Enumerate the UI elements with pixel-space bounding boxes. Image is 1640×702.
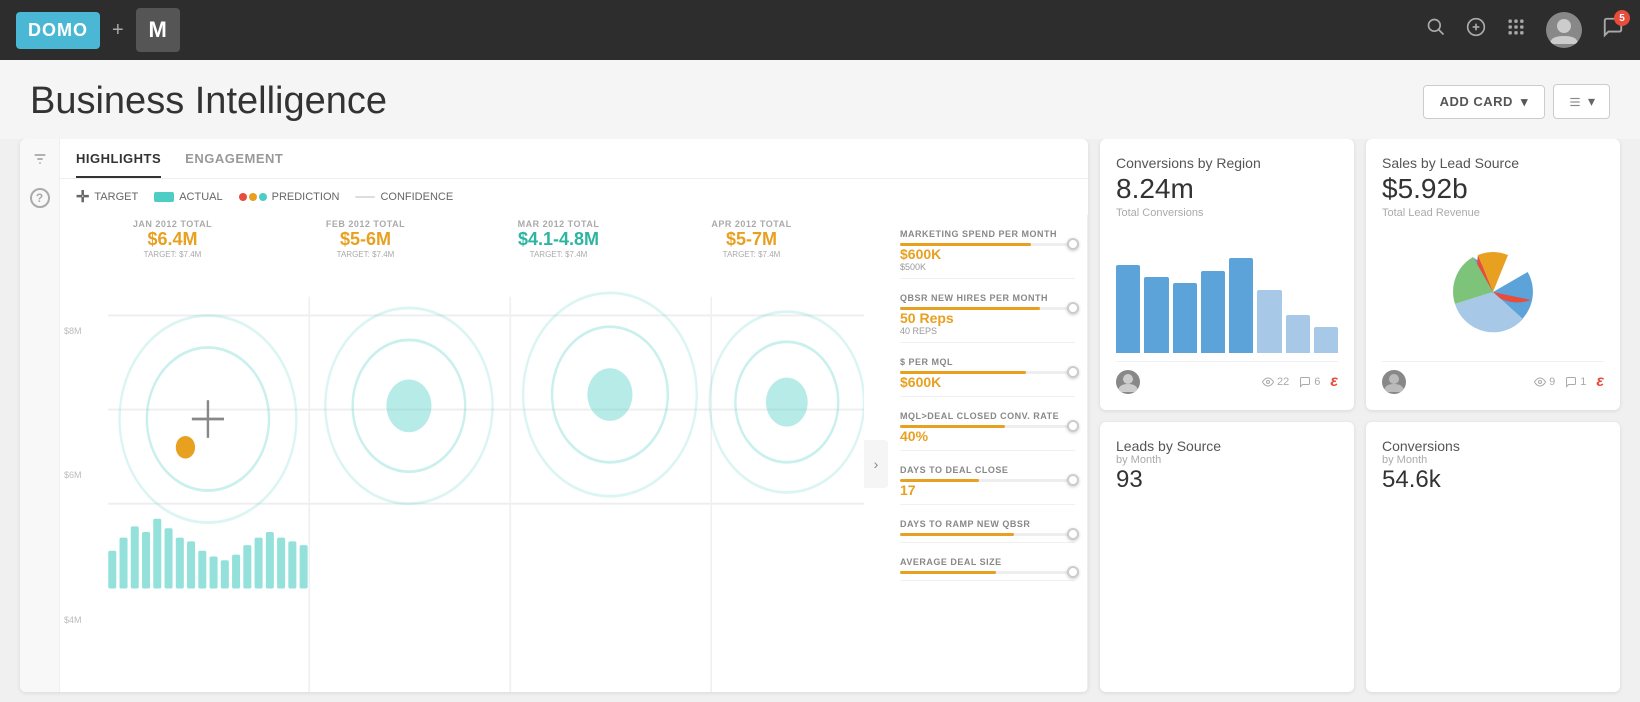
- main-content: Business Intelligence ADD CARD ▾ ▾: [0, 60, 1640, 702]
- add-card-button[interactable]: ADD CARD ▾: [1423, 85, 1545, 119]
- metric-marketing-spend: MARKETING SPEND PER MONTH $600K $500K: [900, 223, 1075, 279]
- bar-chart-conversions: [1116, 227, 1338, 357]
- topbar: DOMO + M: [0, 0, 1640, 60]
- avatar: [1116, 370, 1140, 394]
- add-card-chevron-icon: ▾: [1521, 94, 1528, 110]
- metric-qbsr-hires: QBSR NEW HIRES PER MONTH 50 Reps 40 REPS: [900, 287, 1075, 343]
- legend-prediction: PREDICTION: [239, 191, 340, 203]
- help-icon[interactable]: ?: [30, 188, 50, 208]
- page-header: Business Intelligence ADD CARD ▾ ▾: [0, 60, 1640, 139]
- metric-avg-deal: AVERAGE DEAL SIZE: [900, 551, 1075, 581]
- add-icon[interactable]: [1466, 17, 1486, 43]
- avatar-sales: [1382, 370, 1406, 394]
- card-leads-by-source: Leads by Source by Month 93: [1100, 422, 1354, 693]
- pie-chart-sales: [1382, 227, 1604, 357]
- plus-icon[interactable]: +: [112, 19, 124, 42]
- domo-logo-footer-sales: ε: [1596, 373, 1604, 391]
- metric-days-deal: DAYS TO DEAL CLOSE 17: [900, 459, 1075, 505]
- period-apr: APR 2012 TOTAL $5-7M TARGET: $7.4M: [655, 219, 848, 259]
- dashboard: ? HIGHLIGHTS ENGAGEMENT ✛ TARGET: [0, 139, 1640, 702]
- chart-visual-area: JAN 2012 TOTAL $6.4M TARGET: $7.4M FEB 2…: [60, 215, 864, 692]
- legend-target: ✛ TARGET: [76, 187, 138, 207]
- tab-engagement[interactable]: ENGAGEMENT: [185, 139, 283, 178]
- user-avatar[interactable]: [1546, 12, 1582, 48]
- metric-per-mql: $ PER MQL $600K: [900, 351, 1075, 397]
- notification-badge: 5: [1614, 10, 1630, 26]
- grid-icon[interactable]: [1506, 17, 1526, 43]
- chart-legend: ✛ TARGET ACTUAL: [60, 179, 1088, 215]
- footer-stats-sales: 9 1 ε: [1534, 373, 1604, 391]
- domo-logo-footer: ε: [1330, 373, 1338, 391]
- card-conversions: Conversions by Month 54.6k: [1366, 422, 1620, 693]
- period-mar: MAR 2012 TOTAL $4.1-4.8M TARGET: $7.4M: [462, 219, 655, 259]
- card-footer-sales: 9 1 ε: [1382, 361, 1604, 394]
- metric-days-ramp: DAYS TO RAMP NEW QBSR: [900, 513, 1075, 543]
- period-jan: JAN 2012 TOTAL $6.4M TARGET: $7.4M: [76, 219, 269, 259]
- notifications-icon[interactable]: 5: [1602, 16, 1624, 44]
- card-sales-by-lead-source: Sales by Lead Source $5.92b Total Lead R…: [1366, 139, 1620, 410]
- main-chart-card: ? HIGHLIGHTS ENGAGEMENT ✛ TARGET: [20, 139, 1088, 692]
- active-page-indicator[interactable]: M: [136, 8, 180, 52]
- filter-chevron-icon: ▾: [1588, 93, 1595, 110]
- legend-confidence: CONFIDENCE: [355, 191, 453, 203]
- filter-button[interactable]: ▾: [1553, 84, 1610, 119]
- card-footer-conversions: 22 6 ε: [1116, 361, 1338, 394]
- chart-next-button[interactable]: ›: [864, 440, 888, 488]
- period-labels: JAN 2012 TOTAL $6.4M TARGET: $7.4M FEB 2…: [60, 215, 864, 259]
- pie-chart-svg: [1433, 242, 1553, 342]
- page-title: Business Intelligence: [30, 80, 1423, 123]
- tab-highlights[interactable]: HIGHLIGHTS: [76, 139, 161, 178]
- footer-stats-conversions: 22 6 ε: [1262, 373, 1338, 391]
- right-cards-grid: Conversions by Region 8.24m Total Conver…: [1100, 139, 1620, 692]
- metric-mql-deal: MQL>DEAL CLOSED CONV. RATE 40%: [900, 405, 1075, 451]
- domo-logo[interactable]: DOMO: [16, 12, 100, 49]
- chart-svg: [60, 259, 864, 692]
- y-axis-labels: $8M $6M $4M: [64, 259, 82, 692]
- period-feb: FEB 2012 TOTAL $5-6M TARGET: $7.4M: [269, 219, 462, 259]
- card-body: ? HIGHLIGHTS ENGAGEMENT ✛ TARGET: [20, 139, 1088, 692]
- bubble-chart-container: $8M $6M $4M: [60, 259, 864, 692]
- card-sidebar: ?: [20, 139, 60, 692]
- card-content: HIGHLIGHTS ENGAGEMENT ✛ TARGET ACTUAL: [60, 139, 1088, 692]
- chart-area: JAN 2012 TOTAL $6.4M TARGET: $7.4M FEB 2…: [60, 215, 1088, 692]
- add-card-label: ADD CARD: [1440, 94, 1513, 109]
- card-conversions-by-region: Conversions by Region 8.24m Total Conver…: [1100, 139, 1354, 410]
- legend-actual: ACTUAL: [154, 191, 222, 203]
- search-icon[interactable]: [1426, 17, 1446, 43]
- topbar-icons: 5: [1426, 12, 1624, 48]
- chart-metrics: MARKETING SPEND PER MONTH $600K $500K: [888, 215, 1088, 692]
- header-actions: ADD CARD ▾ ▾: [1423, 84, 1610, 119]
- sidebar-filter-icon[interactable]: [32, 151, 48, 172]
- card-tabs: HIGHLIGHTS ENGAGEMENT: [60, 139, 1088, 179]
